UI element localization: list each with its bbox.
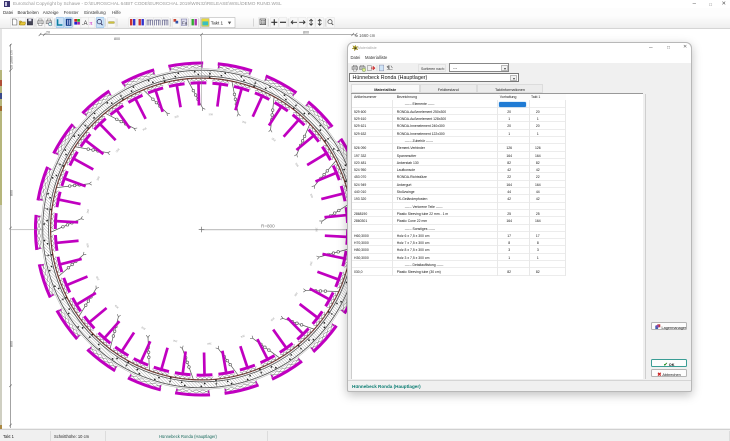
svg-text:358: 358: [269, 316, 275, 322]
svg-text:358: 358: [142, 126, 148, 132]
svg-text:358: 358: [241, 119, 247, 124]
svg-text:358: 358: [85, 242, 90, 248]
svg-text:358: 358: [140, 325, 146, 331]
svg-text:⌀ 1660 cm: ⌀ 1660 cm: [356, 33, 376, 38]
svg-text:358: 358: [113, 304, 119, 310]
svg-text:Fa: Fa: [182, 20, 188, 25]
svg-text:358: 358: [174, 114, 180, 119]
svg-text:358: 358: [86, 208, 90, 213]
svg-text:358: 358: [309, 193, 314, 199]
svg-text:R=800: R=800: [261, 224, 275, 229]
svg-text:800: 800: [114, 37, 120, 41]
svg-text:358: 358: [208, 112, 213, 116]
svg-text:Takt 1: Takt 1: [211, 21, 224, 26]
svg-text:358: 358: [294, 162, 300, 168]
svg-text:358: 358: [172, 339, 178, 344]
svg-text:800: 800: [303, 30, 309, 34]
svg-text:358: 358: [95, 175, 101, 181]
svg-text:358: 358: [309, 261, 314, 267]
svg-text:358: 358: [240, 334, 246, 340]
svg-text:20 1660 cm: 20 1660 cm: [10, 50, 14, 69]
svg-text:20: 20: [46, 30, 50, 34]
svg-text:800: 800: [10, 190, 14, 196]
svg-text:358: 358: [94, 275, 100, 281]
svg-text:.A: .A: [82, 21, 88, 27]
svg-text:800: 800: [10, 341, 14, 347]
svg-text:358: 358: [207, 342, 212, 347]
svg-text:358: 358: [115, 147, 121, 153]
svg-text:358: 358: [293, 291, 299, 297]
svg-text:358: 358: [271, 137, 277, 143]
